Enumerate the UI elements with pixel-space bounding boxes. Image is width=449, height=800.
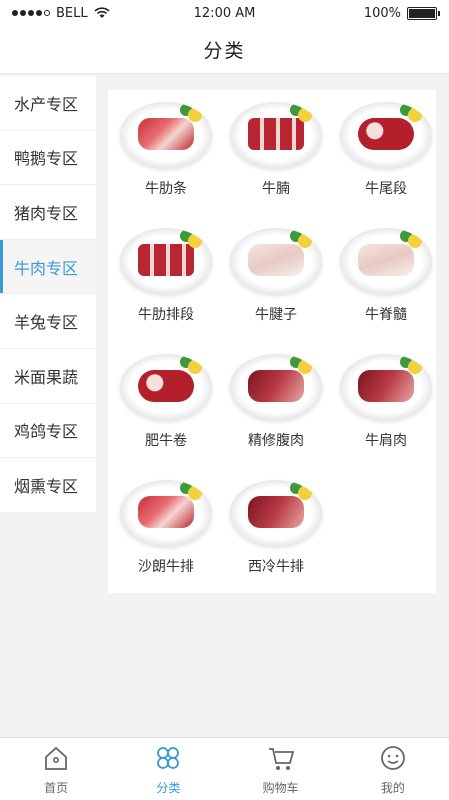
tab-bar: 首页 分类 购物车 我的 <box>0 737 449 800</box>
product-card[interactable]: 牛肩肉 <box>332 342 440 462</box>
sidebar-item[interactable]: 烟熏专区 <box>0 458 96 513</box>
product-name: 西冷牛排 <box>248 559 304 575</box>
meat-image <box>138 118 194 150</box>
cart-icon <box>266 743 296 779</box>
product-card[interactable]: 牛腱子 <box>222 216 330 336</box>
profile-icon <box>378 743 408 779</box>
carrier-name: BELL <box>56 5 88 21</box>
lemon-garnish <box>408 234 422 248</box>
meat-image <box>138 244 194 276</box>
sidebar-item[interactable]: 鸭鹅专区 <box>0 130 96 186</box>
tab-label: 首页 <box>44 780 69 795</box>
tab-item[interactable]: 我的 <box>337 738 449 800</box>
product-panel: 牛肋条 牛腩 牛尾段牛肋排段 牛腱子 牛脊髓肥牛卷 精修腹肉 牛肩肉沙朗牛排 西冷牛排 <box>108 90 436 593</box>
lemon-garnish <box>298 234 312 248</box>
lemon-garnish <box>188 234 202 248</box>
tab-label: 购物车 <box>262 780 299 795</box>
product-card[interactable]: 牛腩 <box>222 90 330 210</box>
product-image <box>340 354 432 420</box>
sidebar-item-label: 米面果蔬 <box>14 367 79 387</box>
meat-image <box>248 370 304 402</box>
lemon-garnish <box>188 108 202 122</box>
product-image <box>340 102 432 168</box>
home-icon <box>41 743 71 779</box>
product-image <box>120 354 212 420</box>
lemon-garnish <box>408 360 422 374</box>
product-card[interactable]: 牛肋条 <box>112 90 220 210</box>
sidebar-item[interactable]: 水产专区 <box>0 76 96 131</box>
page-title: 分类 <box>203 40 246 62</box>
meat-image <box>248 118 304 150</box>
product-image <box>230 228 322 294</box>
meat-image <box>358 370 414 402</box>
product-card[interactable]: 西冷牛排 <box>222 468 330 588</box>
product-image <box>230 102 322 168</box>
tab-item[interactable]: 购物车 <box>225 738 337 800</box>
product-name: 沙朗牛排 <box>138 559 194 575</box>
product-card[interactable]: 牛肋排段 <box>112 216 220 336</box>
tab-item[interactable]: 首页 <box>0 738 112 800</box>
sidebar-item-label: 牛肉专区 <box>14 258 79 278</box>
battery-icon <box>407 6 440 20</box>
meat-image <box>138 370 194 402</box>
product-card[interactable]: 肥牛卷 <box>112 342 220 462</box>
battery-percent: 100% <box>363 5 401 21</box>
lemon-garnish <box>298 108 312 122</box>
product-card[interactable]: 沙朗牛排 <box>112 468 220 588</box>
meat-image <box>358 244 414 276</box>
product-card[interactable]: 牛脊髓 <box>332 216 440 336</box>
product-card[interactable]: 精修腹肉 <box>222 342 330 462</box>
meat-image <box>358 118 414 150</box>
product-name: 牛尾段 <box>365 181 407 197</box>
product-name: 牛肋条 <box>145 181 187 197</box>
status-left: BELL <box>12 6 110 21</box>
product-image <box>120 102 212 168</box>
sidebar-item-label: 水产专区 <box>14 94 79 114</box>
lemon-garnish <box>188 360 202 374</box>
tab-label: 我的 <box>380 780 405 795</box>
sidebar-item-label: 鸭鹅专区 <box>14 149 79 169</box>
meat-image <box>138 496 194 528</box>
lemon-garnish <box>188 486 202 500</box>
sidebar-item[interactable]: 米面果蔬 <box>0 348 96 404</box>
product-name: 肥牛卷 <box>145 433 187 449</box>
sidebar-item-label: 烟熏专区 <box>14 476 79 496</box>
category-icon <box>153 743 183 779</box>
tab-item[interactable]: 分类 <box>112 738 224 800</box>
sidebar-item-label: 鸡鸽专区 <box>14 422 79 442</box>
product-name: 牛脊髓 <box>365 307 407 323</box>
sidebar-item[interactable]: 鸡鸽专区 <box>0 403 96 459</box>
product-grid: 牛肋条 牛腩 牛尾段牛肋排段 牛腱子 牛脊髓肥牛卷 精修腹肉 牛肩肉沙朗牛排 西冷牛排 <box>108 90 436 593</box>
product-card[interactable]: 牛尾段 <box>332 90 440 210</box>
tab-label: 分类 <box>156 780 181 795</box>
wifi-icon <box>94 7 110 19</box>
product-image <box>230 354 322 420</box>
product-image <box>120 480 212 546</box>
product-image <box>340 228 432 294</box>
product-name: 牛肋排段 <box>138 307 194 323</box>
status-bar: BELL 12:00 AM 100% <box>0 0 449 26</box>
meat-image <box>248 496 304 528</box>
sidebar-item[interactable]: 牛肉专区 <box>0 239 96 295</box>
lemon-garnish <box>298 486 312 500</box>
product-image <box>230 480 322 546</box>
sidebar-item-label: 羊兔专区 <box>14 313 79 333</box>
signal-icon <box>12 10 50 16</box>
lemon-garnish <box>298 360 312 374</box>
lemon-garnish <box>408 108 422 122</box>
category-sidebar: 水产专区鸭鹅专区猪肉专区牛肉专区羊兔专区米面果蔬鸡鸽专区烟熏专区 <box>0 76 96 513</box>
sidebar-item[interactable]: 羊兔专区 <box>0 294 96 349</box>
status-right: 100% <box>363 5 440 21</box>
product-image <box>120 228 212 294</box>
sidebar-item[interactable]: 猪肉专区 <box>0 185 96 240</box>
product-name: 牛腱子 <box>255 307 297 323</box>
sidebar-item-label: 猪肉专区 <box>14 203 79 223</box>
product-name: 牛腩 <box>262 181 290 197</box>
product-name: 精修腹肉 <box>248 433 304 449</box>
product-name: 牛肩肉 <box>365 433 407 449</box>
meat-image <box>248 244 304 276</box>
nav-bar: 分类 <box>0 26 449 74</box>
